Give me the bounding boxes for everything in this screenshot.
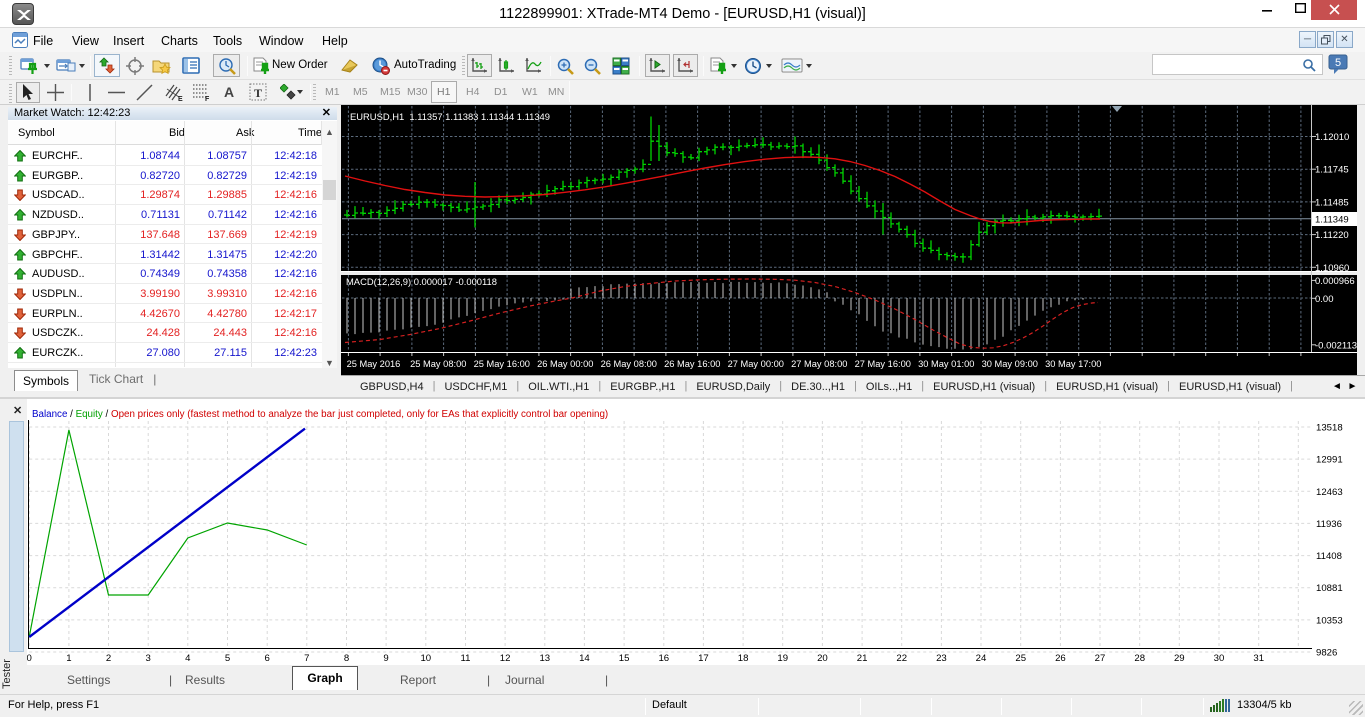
- svg-text:31: 31: [1253, 653, 1264, 664]
- svg-text:11: 11: [461, 653, 471, 664]
- svg-text:10353: 10353: [1316, 615, 1343, 626]
- svg-text:14: 14: [579, 653, 590, 664]
- svg-text:9: 9: [383, 653, 388, 664]
- svg-text:27 May 08:00: 27 May 08:00: [791, 359, 847, 369]
- svg-text:26 May 00:00: 26 May 00:00: [537, 359, 593, 369]
- svg-text:23: 23: [936, 653, 947, 664]
- svg-text:MACD(12,26,9) 0.000017 -0.0001: MACD(12,26,9) 0.000017 -0.000118: [346, 276, 497, 287]
- svg-text:13518: 13518: [1316, 423, 1343, 434]
- svg-text:9826: 9826: [1316, 648, 1337, 659]
- svg-text:25 May 08:00: 25 May 08:00: [410, 359, 466, 369]
- svg-text:24: 24: [976, 653, 987, 664]
- svg-text:-0.002113: -0.002113: [1315, 340, 1357, 351]
- svg-text:1: 1: [66, 653, 71, 664]
- svg-text:5: 5: [225, 653, 230, 664]
- svg-text:16: 16: [658, 653, 669, 664]
- svg-text:11408: 11408: [1316, 551, 1342, 562]
- svg-text:E: E: [178, 96, 183, 102]
- svg-text:17: 17: [698, 653, 709, 664]
- svg-text:10881: 10881: [1316, 583, 1343, 594]
- svg-text:30 May 09:00: 30 May 09:00: [982, 359, 1038, 369]
- svg-text:1.11220: 1.11220: [1315, 230, 1349, 241]
- svg-text:30 May 01:00: 30 May 01:00: [918, 359, 974, 369]
- svg-text:4: 4: [185, 653, 191, 664]
- svg-text:12: 12: [500, 653, 511, 664]
- svg-text:7: 7: [304, 653, 309, 664]
- svg-text:11936: 11936: [1316, 519, 1342, 530]
- svg-text:26 May 16:00: 26 May 16:00: [664, 359, 720, 369]
- svg-text:2: 2: [106, 653, 111, 664]
- svg-text:0.00: 0.00: [1315, 294, 1334, 305]
- svg-text:T: T: [254, 86, 262, 100]
- svg-text:27 May 16:00: 27 May 16:00: [855, 359, 911, 369]
- svg-text:1.11745: 1.11745: [1315, 165, 1349, 176]
- svg-text:0.000966: 0.000966: [1315, 276, 1355, 287]
- svg-text:22: 22: [896, 653, 907, 664]
- svg-text:12463: 12463: [1316, 487, 1343, 498]
- svg-text:20: 20: [817, 653, 828, 664]
- svg-text:1.10960: 1.10960: [1315, 263, 1349, 274]
- svg-text:6: 6: [265, 653, 270, 664]
- svg-text:26 May 08:00: 26 May 08:00: [601, 359, 657, 369]
- svg-text:26: 26: [1055, 653, 1066, 664]
- svg-text:27: 27: [1095, 653, 1106, 664]
- svg-text:1.12010: 1.12010: [1315, 132, 1349, 143]
- svg-text:13: 13: [539, 653, 550, 664]
- svg-text:29: 29: [1174, 653, 1185, 664]
- svg-text:25 May 2016: 25 May 2016: [347, 359, 401, 369]
- svg-text:25: 25: [1015, 653, 1026, 664]
- svg-text:5: 5: [1335, 57, 1341, 69]
- svg-text:3: 3: [146, 653, 151, 664]
- svg-text:27 May 00:00: 27 May 00:00: [728, 359, 784, 369]
- svg-text:8: 8: [344, 653, 349, 664]
- svg-text:F: F: [205, 96, 210, 102]
- svg-text:EURUSD,H1 1.11357 1.11383 1.1: EURUSD,H1 1.11357 1.11383 1.11344 1.1134…: [350, 111, 550, 122]
- svg-text:12991: 12991: [1316, 455, 1343, 466]
- svg-text:1.11485: 1.11485: [1315, 197, 1349, 208]
- svg-text:18: 18: [738, 653, 749, 664]
- svg-text:30 May 17:00: 30 May 17:00: [1045, 359, 1101, 369]
- svg-text:25 May 16:00: 25 May 16:00: [474, 359, 530, 369]
- svg-text:19: 19: [777, 653, 788, 664]
- svg-text:30: 30: [1214, 653, 1225, 664]
- svg-text:10: 10: [420, 653, 431, 664]
- svg-text:28: 28: [1134, 653, 1145, 664]
- svg-text:15: 15: [619, 653, 630, 664]
- svg-text:1.11349: 1.11349: [1315, 215, 1349, 226]
- svg-text:0: 0: [27, 653, 32, 664]
- svg-text:21: 21: [857, 653, 868, 664]
